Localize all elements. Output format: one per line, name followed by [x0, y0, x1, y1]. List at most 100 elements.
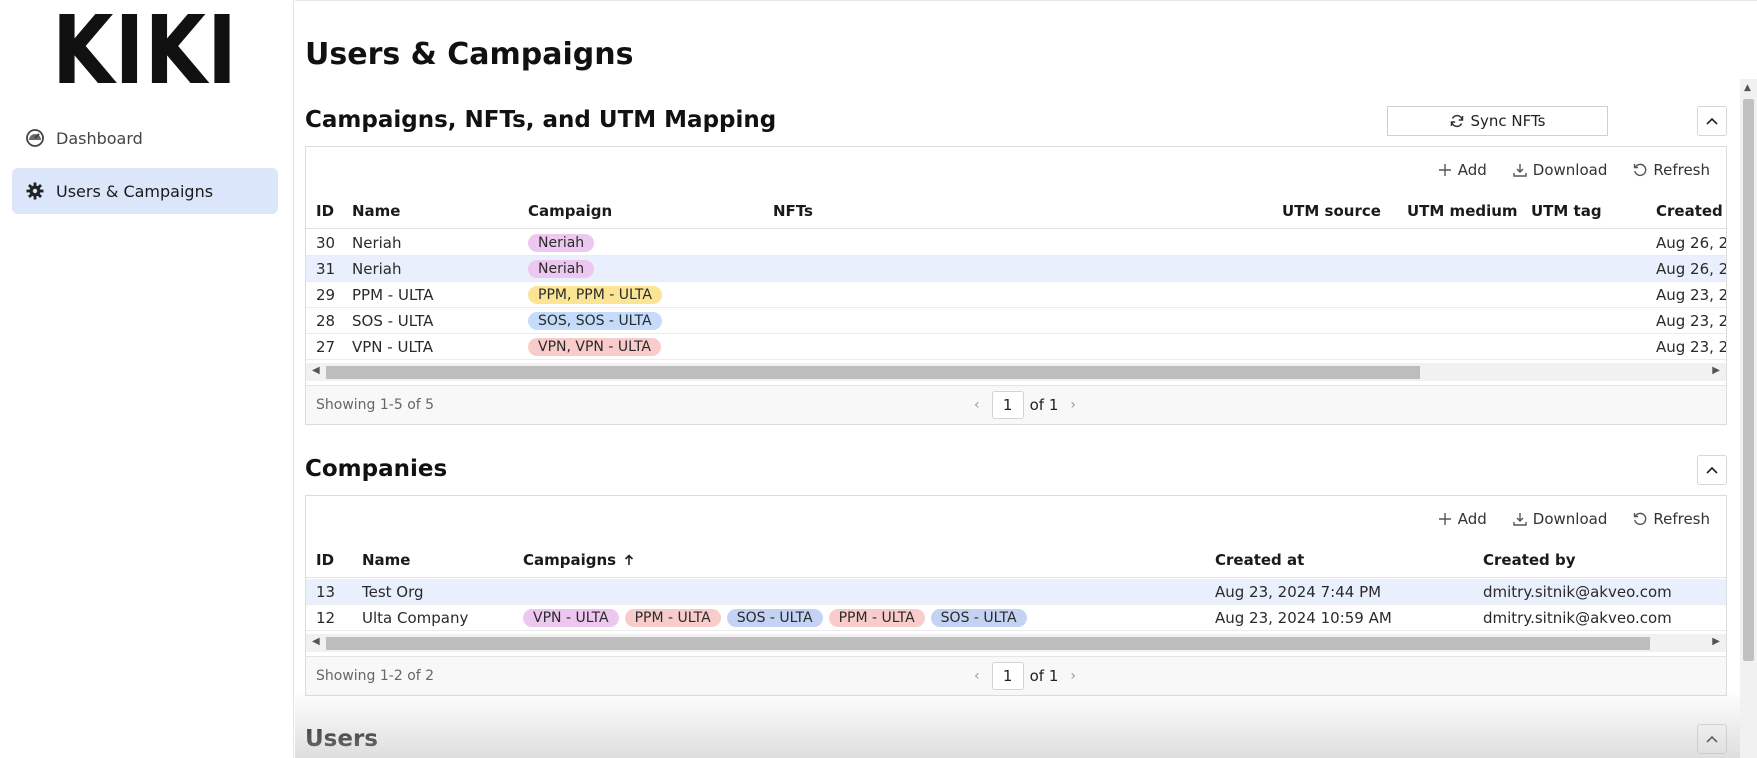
showing-count: Showing 1-5 of 5: [316, 397, 435, 413]
campaigns-grid: Add Download Refresh ID Name Campaign NF…: [305, 146, 1727, 425]
cell-campaign: Neriah: [528, 259, 600, 278]
page-total: of 1: [1029, 667, 1059, 685]
col-header-id[interactable]: ID: [316, 551, 334, 569]
sidebar-item-label: Dashboard: [56, 128, 143, 148]
vertical-scrollbar[interactable]: ▲: [1740, 79, 1757, 758]
table-row[interactable]: 28 SOS - ULTA SOS, SOS - ULTA Aug 23, 20: [306, 308, 1726, 334]
scrollbar-thumb[interactable]: [1743, 99, 1754, 661]
campaign-tag[interactable]: SOS - ULTA: [930, 609, 1027, 627]
col-header-campaigns[interactable]: Campaigns: [523, 551, 634, 569]
campaigns-footer: Showing 1-5 of 5 ‹ 1 of 1 ›: [306, 385, 1726, 424]
cell-created-at: Aug 26, 20: [1656, 234, 1726, 252]
cell-name: Neriah: [352, 260, 402, 278]
col-header-utm-tag[interactable]: UTM tag: [1531, 202, 1602, 220]
collapse-campaigns-button[interactable]: [1697, 106, 1727, 136]
companies-footer: Showing 1-2 of 2 ‹ 1 of 1 ›: [306, 656, 1726, 695]
table-row[interactable]: 12 Ulta Company VPN - ULTA PPM - ULTA SOS - …: [306, 605, 1726, 631]
scrollbar-thumb[interactable]: [326, 366, 1420, 379]
campaign-tag[interactable]: SOS, SOS - ULTA: [528, 312, 662, 330]
table-row[interactable]: 30 Neriah Neriah Aug 26, 20: [306, 230, 1726, 256]
companies-header-row: ID Name Campaigns Created at Created by: [306, 542, 1726, 578]
campaign-tag[interactable]: VPN, VPN - ULTA: [528, 338, 661, 356]
refresh-icon: [1634, 163, 1647, 177]
col-header-id[interactable]: ID: [316, 202, 334, 220]
sync-nfts-button[interactable]: Sync NFTs: [1387, 106, 1608, 136]
sidebar-item-label: Users & Campaigns: [56, 181, 214, 201]
campaign-tag[interactable]: Neriah: [528, 260, 595, 278]
cell-campaign: PPM, PPM - ULTA: [528, 285, 668, 304]
cell-campaign: SOS, SOS - ULTA: [528, 311, 668, 330]
campaign-tag[interactable]: PPM - ULTA: [828, 609, 925, 627]
chevron-right-icon[interactable]: ›: [1070, 668, 1076, 684]
companies-grid: Add Download Refresh ID Name Campaigns C…: [305, 495, 1727, 696]
cell-campaigns: VPN - ULTA PPM - ULTA SOS - ULTA PPM - ULTA…: [523, 608, 1033, 627]
campaign-tag[interactable]: Neriah: [528, 234, 595, 252]
table-row[interactable]: 29 PPM - ULTA PPM, PPM - ULTA Aug 23, 20: [306, 282, 1726, 308]
download-button[interactable]: Download: [1513, 161, 1607, 179]
kiki-logo: KIKI: [52, 14, 237, 86]
campaign-tag[interactable]: PPM, PPM - ULTA: [528, 286, 662, 304]
page-total: of 1: [1029, 396, 1059, 414]
dashboard-gauge-icon: [26, 129, 44, 147]
companies-toolbar: Add Download Refresh: [1438, 510, 1710, 528]
cell-created-at: Aug 23, 20: [1656, 338, 1726, 356]
chevron-left-icon[interactable]: ‹: [974, 397, 980, 413]
page-title: Users & Campaigns: [305, 37, 634, 72]
cell-id: 31: [316, 260, 336, 278]
showing-count: Showing 1-2 of 2: [316, 668, 435, 684]
campaign-tag[interactable]: SOS - ULTA: [726, 609, 823, 627]
download-icon: [1513, 513, 1527, 526]
col-header-name[interactable]: Name: [362, 551, 410, 569]
col-header-nfts[interactable]: NFTs: [773, 202, 813, 220]
col-header-utm-source[interactable]: UTM source: [1282, 202, 1381, 220]
cell-campaign: VPN, VPN - ULTA: [528, 337, 667, 356]
scrollbar-thumb[interactable]: [326, 637, 1650, 650]
download-icon: [1513, 164, 1527, 177]
cell-created-by: dmitry.sitnik@akveo.com: [1483, 583, 1672, 601]
cell-id: 13: [316, 583, 336, 601]
chevron-right-icon[interactable]: ›: [1070, 397, 1076, 413]
download-button[interactable]: Download: [1513, 510, 1607, 528]
arrow-up-icon: [625, 554, 634, 565]
main-content: Users & Campaigns Campaigns, NFTs, and U…: [295, 0, 1757, 758]
cell-name: SOS - ULTA: [352, 312, 434, 330]
table-row[interactable]: 31 Neriah Neriah Aug 26, 20: [306, 256, 1726, 282]
horizontal-scrollbar[interactable]: ◀ ▶: [306, 634, 1726, 652]
sync-icon: [1450, 114, 1463, 128]
campaigns-header-row: ID Name Campaign NFTs UTM source UTM med…: [306, 193, 1726, 229]
table-row[interactable]: 27 VPN - ULTA VPN, VPN - ULTA Aug 23, 20: [306, 334, 1726, 360]
refresh-button[interactable]: Refresh: [1633, 510, 1710, 528]
table-row[interactable]: 13 Test Org Aug 23, 2024 7:44 PM dmitry.sit…: [306, 579, 1726, 605]
add-button[interactable]: Add: [1438, 161, 1487, 179]
cell-name: Test Org: [362, 583, 424, 601]
chevron-up-icon: [1706, 735, 1718, 743]
collapse-companies-button[interactable]: [1697, 455, 1727, 485]
cell-name: Ulta Company: [362, 609, 469, 627]
col-header-utm-medium[interactable]: UTM medium: [1407, 202, 1518, 220]
col-header-created-at[interactable]: Created at: [1215, 551, 1304, 569]
col-header-created-at[interactable]: Created at: [1656, 202, 1726, 220]
sidebar-item-users-campaigns[interactable]: Users & Campaigns: [12, 168, 278, 214]
collapse-users-button[interactable]: [1697, 724, 1727, 754]
cell-id: 12: [316, 609, 336, 627]
plus-icon: [1438, 164, 1451, 176]
svg-text:KIKI: KIKI: [52, 14, 237, 86]
sidebar: KIKI Dashboard Users & Campaigns: [0, 0, 294, 758]
sidebar-item-dashboard[interactable]: Dashboard: [12, 115, 278, 161]
chevron-left-icon[interactable]: ‹: [974, 668, 980, 684]
page-number-input[interactable]: 1: [991, 662, 1024, 690]
add-button[interactable]: Add: [1438, 510, 1487, 528]
campaign-tag[interactable]: PPM - ULTA: [624, 609, 721, 627]
col-header-name[interactable]: Name: [352, 202, 400, 220]
col-header-campaign[interactable]: Campaign: [528, 202, 612, 220]
page-number-input[interactable]: 1: [991, 391, 1024, 419]
pagination: ‹ 1 of 1 ›: [962, 662, 1088, 690]
cell-created-at: Aug 26, 20: [1656, 260, 1726, 278]
gear-icon: [26, 182, 44, 200]
cell-id: 30: [316, 234, 336, 252]
horizontal-scrollbar[interactable]: ◀ ▶: [306, 363, 1726, 381]
refresh-button[interactable]: Refresh: [1633, 161, 1710, 179]
section-title-campaigns: Campaigns, NFTs, and UTM Mapping: [305, 107, 777, 133]
col-header-created-by[interactable]: Created by: [1483, 551, 1576, 569]
campaign-tag[interactable]: VPN - ULTA: [523, 609, 619, 627]
